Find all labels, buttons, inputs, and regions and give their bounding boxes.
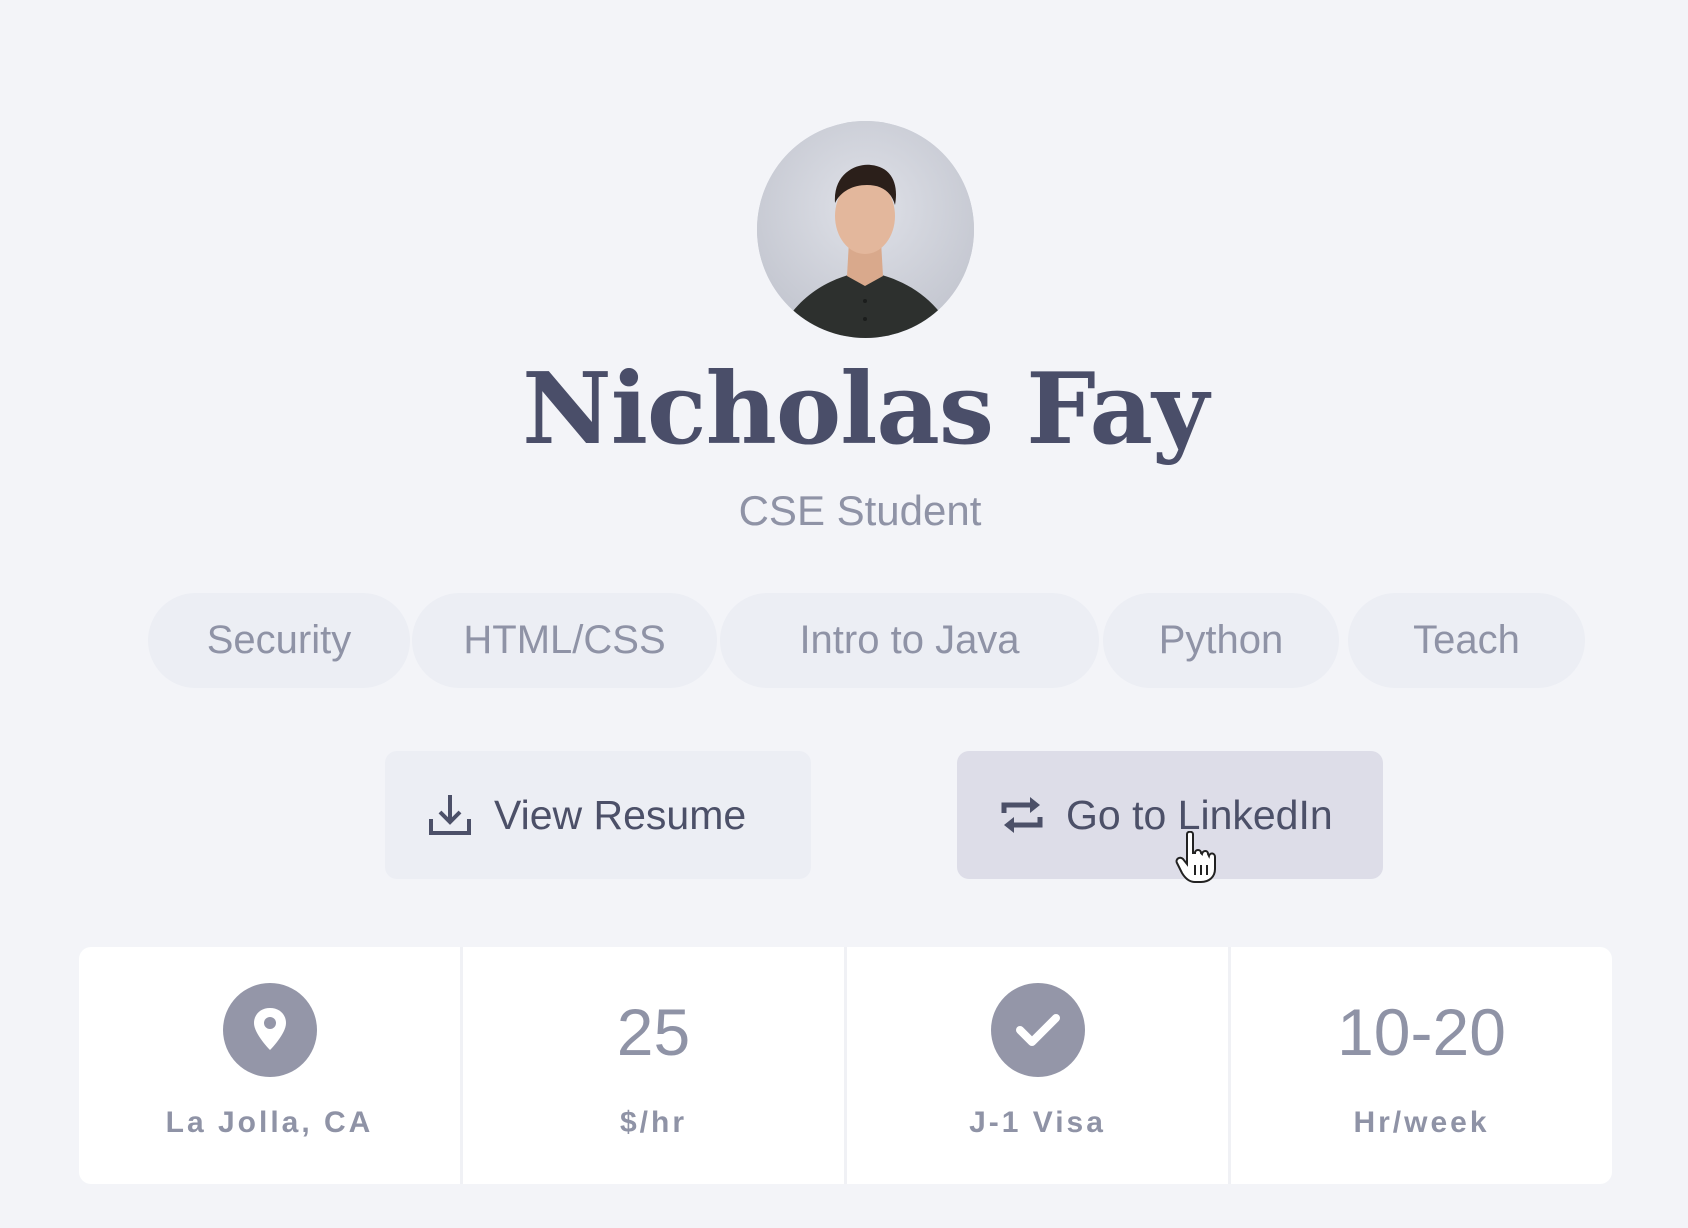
- tag-security[interactable]: Security: [148, 593, 410, 688]
- go-to-linkedin-button[interactable]: Go to LinkedIn: [957, 751, 1383, 879]
- hours-label: Hr/week: [1353, 1106, 1490, 1139]
- view-resume-label: View Resume: [494, 791, 747, 838]
- hours-value: 10-20: [1337, 995, 1506, 1069]
- location-label: La Jolla, CA: [165, 1106, 374, 1139]
- stat-rate: 25 $/hr: [460, 947, 844, 1184]
- avatar-photo: [757, 121, 974, 338]
- download-icon: [428, 793, 472, 837]
- rate-value: 25: [616, 995, 691, 1069]
- avatar: [757, 121, 974, 338]
- profile-name: Nicholas Fay: [522, 352, 1209, 467]
- visa-label: J-1 Visa: [969, 1106, 1106, 1139]
- stat-hours: 10-20 Hr/week: [1228, 947, 1612, 1184]
- stat-visa: J-1 Visa: [844, 947, 1228, 1184]
- rate-label: $/hr: [619, 1106, 688, 1139]
- repeat-icon: [1000, 793, 1044, 837]
- check-icon: [990, 983, 1085, 1077]
- tag-intro-to-java[interactable]: Intro to Java: [720, 593, 1099, 688]
- profile-title: CSE Student: [738, 487, 982, 534]
- map-pin-icon: [222, 983, 317, 1077]
- view-resume-button[interactable]: View Resume: [385, 751, 811, 879]
- tag-html-css[interactable]: HTML/CSS: [412, 593, 717, 688]
- tag-teach[interactable]: Teach: [1348, 593, 1585, 688]
- stat-location: La Jolla, CA: [79, 947, 460, 1184]
- stats-panel: La Jolla, CA 25 $/hr J-1 Visa 10-20 Hr/w…: [79, 947, 1612, 1184]
- tag-python[interactable]: Python: [1103, 593, 1339, 688]
- hand-pointer-cursor-icon: [1175, 830, 1219, 885]
